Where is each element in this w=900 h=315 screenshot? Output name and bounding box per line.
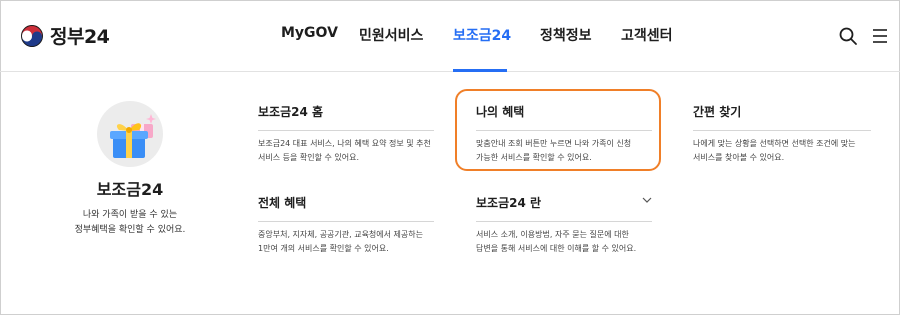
menu-card-subsidy-about[interactable]: 보조금24 란 서비스 소개, 이용방법, 자주 묻는 질문에 대한 답변을 통… [476,194,652,256]
card-desc-line: 서비스 등을 확인할 수 있어요. [258,153,360,162]
promo-description: 나와 가족이 받을 수 있는 정부혜택을 확인할 수 있어요. [60,208,200,238]
search-icon[interactable] [838,26,858,46]
nav-item-civil-services[interactable]: 민원서비스 [359,25,423,45]
card-description: 서비스 소개, 이용방법, 자주 묻는 질문에 대한 답변을 통해 서비스에 대… [476,228,652,256]
nav-item-subsidy24[interactable]: 보조금24 [453,25,511,45]
card-desc-line: 답변을 통해 서비스에 대한 이해를 할 수 있어요. [476,244,637,253]
card-description: 보조금24 대표 서비스, 나의 혜택 요약 정보 및 추천 서비스 등을 확인… [258,137,434,165]
menu-card-subsidy-home[interactable]: 보조금24 홈 보조금24 대표 서비스, 나의 혜택 요약 정보 및 추천 서… [258,103,434,165]
card-description: 나에게 맞는 상황을 선택하면 선택한 조건에 맞는 서비스를 찾아볼 수 있어… [693,137,871,165]
card-title[interactable]: 간편 찾기 [693,103,871,131]
card-desc-line: 중앙부처, 지자체, 공공기관, 교육청에서 제공하는 [258,230,423,239]
active-tab-indicator [453,69,507,72]
card-description: 중앙부처, 지자체, 공공기관, 교육청에서 제공하는 1만여 개의 서비스를 … [258,228,434,256]
gift-box-icon [110,114,156,158]
card-title-text: 보조금24 란 [476,196,542,210]
promo-desc-line-1: 나와 가족이 받을 수 있는 [82,210,178,220]
card-desc-line: 1만여 개의 서비스를 확인할 수 있어요. [258,244,389,253]
promo-desc-line-2: 정부혜택을 확인할 수 있어요. [74,225,186,235]
card-title[interactable]: 보조금24 란 [476,194,652,222]
card-desc-line: 서비스 소개, 이용방법, 자주 묻는 질문에 대한 [476,230,629,239]
menu-card-all-benefits[interactable]: 전체 혜택 중앙부처, 지자체, 공공기관, 교육청에서 제공하는 1만여 개의… [258,194,434,256]
card-desc-line: 보조금24 대표 서비스, 나의 혜택 요약 정보 및 추천 [258,139,431,148]
main-nav: MyGOV 민원서비스 보조금24 정책정보 고객센터 [0,25,900,72]
hamburger-menu-icon[interactable] [871,27,889,45]
menu-card-quick-find[interactable]: 간편 찾기 나에게 맞는 상황을 선택하면 선택한 조건에 맞는 서비스를 찾아… [693,103,871,165]
promo-title: 보조금24 [96,180,164,199]
nav-item-mygov[interactable]: MyGOV [281,25,338,41]
nav-item-customer-center[interactable]: 고객센터 [621,25,673,45]
card-desc-line: 나에게 맞는 상황을 선택하면 선택한 조건에 맞는 [693,139,856,148]
card-title[interactable]: 보조금24 홈 [258,103,434,131]
chevron-down-icon[interactable] [642,196,652,204]
highlight-box [455,89,661,171]
card-desc-line: 서비스를 찾아볼 수 있어요. [693,153,785,162]
site-header: 정부24 MyGOV 민원서비스 보조금24 정책정보 고객센터 [0,0,900,72]
card-title[interactable]: 전체 혜택 [258,194,434,222]
nav-item-policy-info[interactable]: 정책정보 [540,25,592,45]
